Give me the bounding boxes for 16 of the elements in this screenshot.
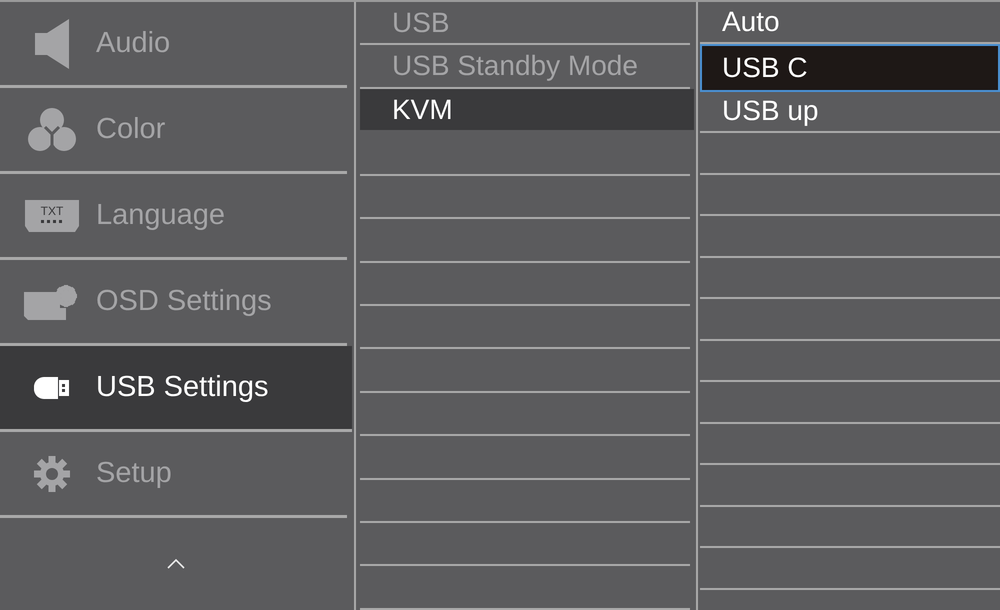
submenu-item[interactable]: USB xyxy=(360,2,690,46)
option-item[interactable]: USB C xyxy=(700,44,1000,92)
menu-item[interactable]: Audio xyxy=(0,2,347,88)
text-badge-icon: TXT xyxy=(25,200,79,232)
speaker-icon xyxy=(35,18,69,68)
menu-item[interactable]: Color xyxy=(0,88,347,174)
usb-stick-icon xyxy=(34,376,70,398)
menu-item[interactable]: Setup xyxy=(0,432,347,518)
circles-icon xyxy=(28,106,76,152)
menu-item[interactable]: TXT Language xyxy=(0,174,347,260)
menu-item[interactable]: USB Settings xyxy=(0,346,352,432)
submenu-item[interactable]: KVM xyxy=(360,88,694,132)
settings-icon xyxy=(32,454,72,494)
chevron-up-icon[interactable] xyxy=(167,559,185,569)
display-gear-icon xyxy=(24,284,80,320)
option-item[interactable]: USB up xyxy=(700,92,1000,133)
